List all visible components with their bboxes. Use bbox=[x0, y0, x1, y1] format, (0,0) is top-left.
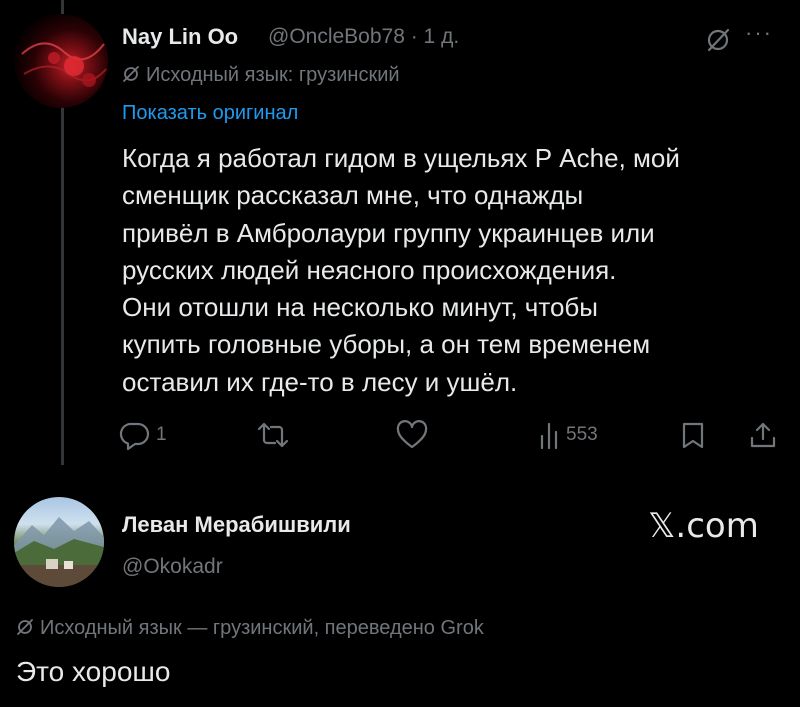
reply-button[interactable]: 1 bbox=[118, 420, 167, 450]
like-button[interactable] bbox=[395, 420, 429, 450]
source-language-note: Исходный язык — грузинский, переведено G… bbox=[16, 617, 484, 640]
reply-author-name[interactable]: Леван Мерабишвили bbox=[122, 512, 351, 538]
reply-count: 1 bbox=[156, 424, 167, 445]
tweet-text-line: Когда я работал гидом в ущельях Р Ache, … bbox=[122, 143, 680, 173]
grok-translate-icon[interactable] bbox=[704, 26, 732, 54]
more-icon[interactable]: ··· bbox=[745, 20, 773, 46]
tweet-text-line: русских людей неясного происхождения. bbox=[122, 254, 617, 285]
tweet-action-bar: 1 553 bbox=[118, 420, 788, 454]
reply-handle[interactable]: @Okokadr bbox=[122, 555, 223, 579]
avatar[interactable] bbox=[14, 14, 108, 108]
tweet-text-line: оставил их где-то в лесу и ушёл. bbox=[122, 366, 518, 397]
reply-text: Это хорошо bbox=[16, 656, 171, 687]
grok-small-icon bbox=[17, 619, 33, 635]
share-button[interactable] bbox=[748, 420, 778, 450]
tweet-text-line: привёл в Амбролаури группу украинцев или bbox=[122, 217, 655, 248]
tweet-text-line: купить головные уборы, а он тем временем bbox=[122, 329, 651, 360]
avatar[interactable] bbox=[14, 497, 104, 587]
tweet-author-name[interactable]: Nay Lin Oo bbox=[122, 24, 238, 50]
source-language-note: Исходный язык: грузинский bbox=[122, 64, 400, 87]
views-button[interactable]: 553 bbox=[538, 420, 598, 450]
like-icon bbox=[396, 420, 428, 449]
retweet-button[interactable] bbox=[256, 420, 290, 450]
views-icon bbox=[540, 422, 558, 450]
show-original-link[interactable]: Показать оригинал bbox=[122, 102, 298, 125]
source-language-text: Исходный язык: грузинский bbox=[146, 64, 400, 86]
tweet-text: Когда я работал гидом в ущельях Р Ache, … bbox=[122, 140, 772, 401]
x-com-watermark: 𝕏.com bbox=[648, 506, 759, 546]
source-language-text: Исходный язык — грузинский, переведено G… bbox=[40, 617, 484, 639]
grok-small-icon bbox=[123, 66, 139, 82]
bookmark-button[interactable] bbox=[678, 420, 708, 450]
tweet-text-line: сменщик рассказал мне, что однажды bbox=[122, 180, 584, 211]
views-count: 553 bbox=[566, 424, 598, 445]
tweet-handle-time[interactable]: @OncleBob78 · 1 д. bbox=[268, 25, 459, 49]
bookmark-icon bbox=[682, 422, 704, 449]
retweet-icon bbox=[257, 422, 289, 448]
tweet-text-line: Они отошли на несколько минут, чтобы bbox=[122, 292, 598, 323]
share-icon bbox=[750, 422, 776, 448]
reply-icon bbox=[119, 422, 150, 450]
